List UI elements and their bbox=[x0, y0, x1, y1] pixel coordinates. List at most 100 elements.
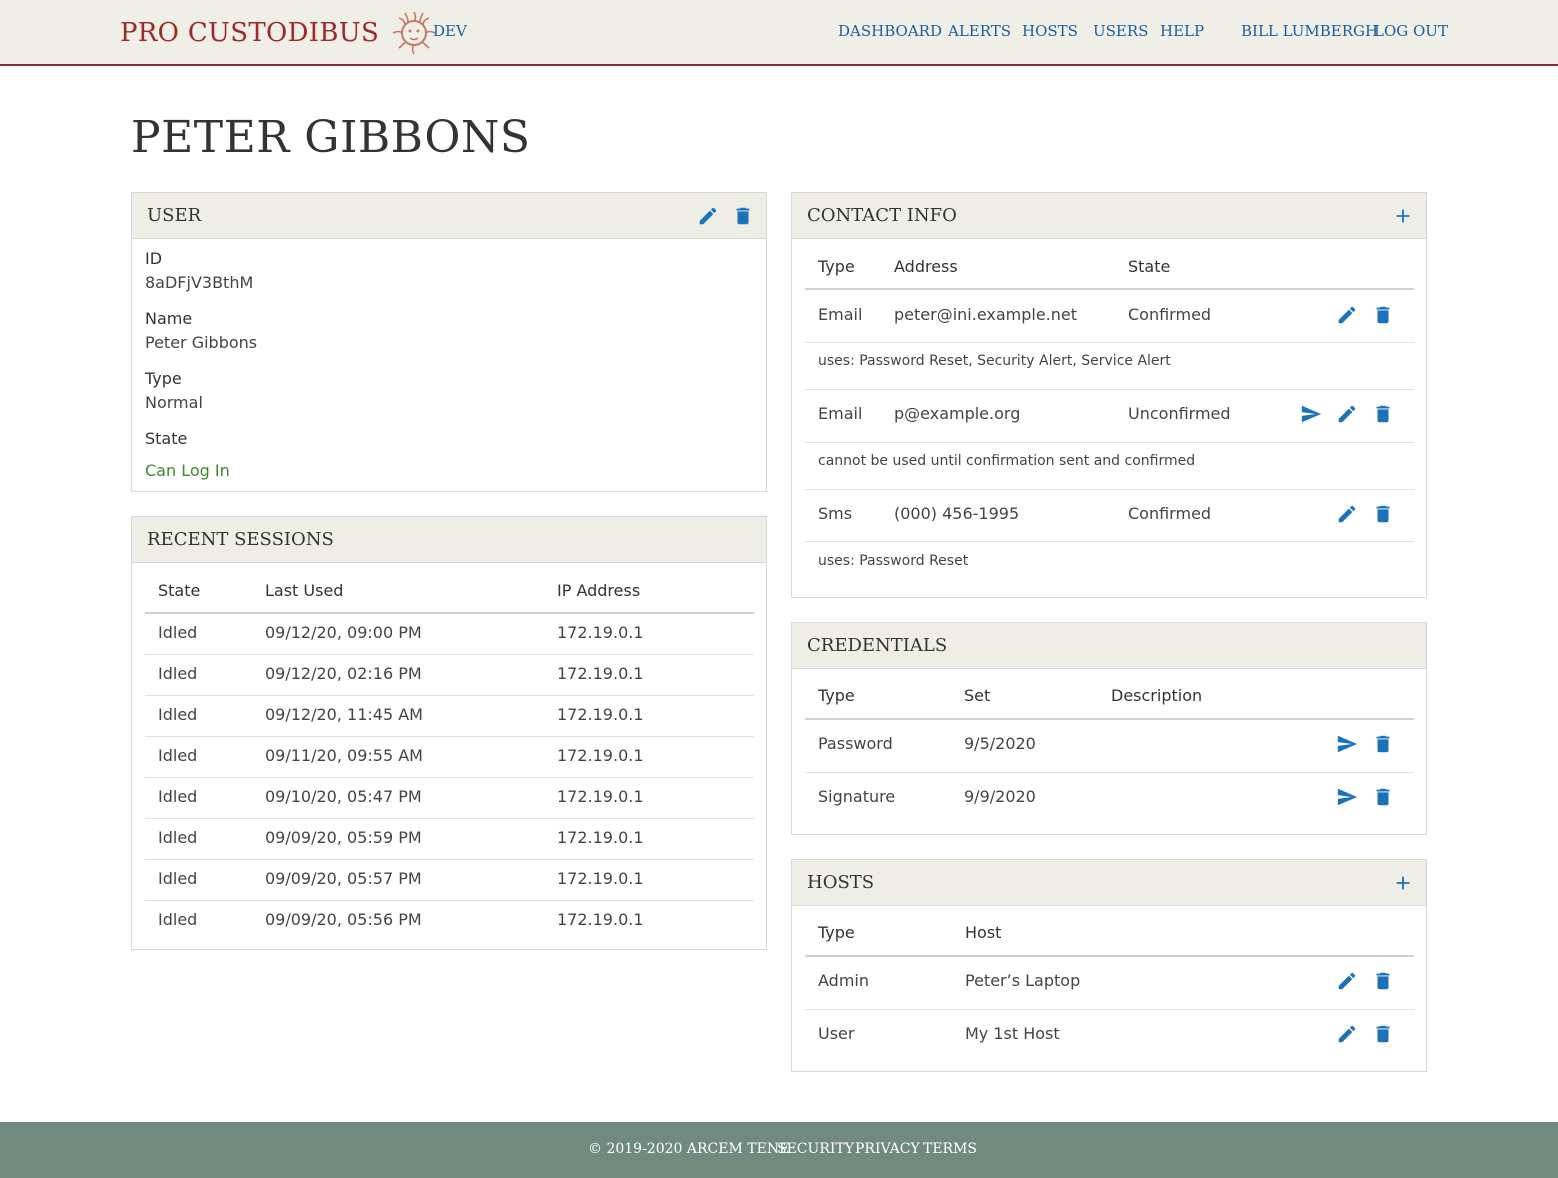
credentials-col-set: Set bbox=[964, 686, 991, 705]
nav-users[interactable]: USERS bbox=[1093, 22, 1148, 40]
session-last-used: 09/12/20, 02:16 PM bbox=[265, 664, 422, 683]
hosts-header-divider bbox=[805, 955, 1414, 957]
session-state: Idled bbox=[158, 869, 198, 888]
edit-contact-pencil-icon[interactable] bbox=[1336, 503, 1358, 525]
row-divider bbox=[805, 389, 1414, 390]
contact-state-badge: Confirmed bbox=[1128, 305, 1212, 324]
contact-type: Sms bbox=[818, 504, 853, 523]
credential-type: Signature bbox=[818, 787, 896, 806]
delete-host-trash-icon[interactable] bbox=[1372, 970, 1394, 992]
session-state: Idled bbox=[158, 623, 198, 642]
send-confirmation-send-icon[interactable] bbox=[1300, 403, 1322, 425]
field-label-state: State bbox=[145, 429, 188, 448]
session-ip: 172.19.0.1 bbox=[557, 664, 644, 683]
contact-header-divider bbox=[805, 288, 1414, 290]
session-state: Idled bbox=[158, 705, 198, 724]
footer-copyright: © 2019-2020 ARCEM TENE bbox=[588, 1141, 790, 1157]
edit-host-pencil-icon[interactable] bbox=[1336, 970, 1358, 992]
session-state: Idled bbox=[158, 787, 198, 806]
session-last-used: 09/10/20, 05:47 PM bbox=[265, 787, 422, 806]
session-last-used: 09/09/20, 05:57 PM bbox=[265, 869, 422, 888]
credentials-panel: CREDENTIALS Type Set Description Passwor… bbox=[791, 622, 1427, 835]
nav-dashboard[interactable]: DASHBOARD bbox=[838, 22, 942, 40]
nav-current-user[interactable]: BILL LUMBERGH bbox=[1241, 22, 1378, 40]
session-state: Idled bbox=[158, 664, 198, 683]
field-label-type: Type bbox=[145, 369, 182, 388]
footer-link-security[interactable]: SECURITY bbox=[777, 1141, 854, 1157]
footer-link-privacy[interactable]: PRIVACY bbox=[855, 1141, 920, 1157]
hosts-panel-header: HOSTS bbox=[792, 860, 1426, 906]
session-last-used: 09/09/20, 05:59 PM bbox=[265, 828, 422, 847]
delete-host-trash-icon[interactable] bbox=[1372, 1023, 1394, 1045]
sessions-col-state[interactable]: State bbox=[158, 581, 200, 600]
session-ip: 172.19.0.1 bbox=[557, 869, 644, 888]
delete-contact-trash-icon[interactable] bbox=[1372, 304, 1394, 326]
credential-set-date: 9/9/2020 bbox=[964, 787, 1036, 806]
field-value-type: Normal bbox=[145, 393, 203, 412]
nav-alerts[interactable]: ALERTS bbox=[948, 22, 1011, 40]
field-label-name: Name bbox=[145, 309, 193, 328]
credentials-panel-header: CREDENTIALS bbox=[792, 623, 1426, 669]
sessions-col-ip[interactable]: IP Address bbox=[557, 581, 640, 600]
session-ip: 172.19.0.1 bbox=[557, 787, 644, 806]
send-credential-send-icon[interactable] bbox=[1336, 786, 1358, 808]
nav-logout[interactable]: LOG OUT bbox=[1374, 22, 1448, 40]
contact-note: uses: Password Reset bbox=[818, 553, 969, 569]
delete-credential-trash-icon[interactable] bbox=[1372, 786, 1394, 808]
edit-contact-pencil-icon[interactable] bbox=[1336, 304, 1358, 326]
session-ip: 172.19.0.1 bbox=[557, 705, 644, 724]
session-ip: 172.19.0.1 bbox=[557, 623, 644, 642]
footer-link-terms[interactable]: TERMS bbox=[923, 1141, 977, 1157]
nav-hosts[interactable]: HOSTS bbox=[1022, 22, 1078, 40]
contact-col-type: Type bbox=[818, 257, 855, 276]
brand-name: PRO CUSTODIBUS bbox=[120, 18, 380, 48]
row-divider bbox=[805, 541, 1414, 542]
contact-panel-title: CONTACT INFO bbox=[807, 205, 957, 226]
session-state: Idled bbox=[158, 746, 198, 765]
environment-label: DEV bbox=[433, 22, 467, 40]
delete-user-trash-icon[interactable] bbox=[732, 205, 754, 227]
contact-address: peter@ini.example.net bbox=[894, 305, 1078, 324]
row-divider bbox=[145, 695, 754, 696]
sessions-header-divider bbox=[145, 612, 754, 614]
top-nav-bar: PRO CUSTODIBUS DEV DASHBOARD ALERTS HOST… bbox=[0, 0, 1558, 66]
brand[interactable]: PRO CUSTODIBUS bbox=[120, 10, 437, 56]
session-ip: 172.19.0.1 bbox=[557, 746, 644, 765]
contact-note: cannot be used until confirmation sent a… bbox=[818, 453, 1196, 469]
send-credential-send-icon[interactable] bbox=[1336, 733, 1358, 755]
add-host-plus-icon[interactable] bbox=[1392, 872, 1414, 894]
row-divider bbox=[145, 736, 754, 737]
page-title: PETER GIBBONS bbox=[131, 112, 531, 163]
row-divider bbox=[805, 489, 1414, 490]
contact-col-address: Address bbox=[894, 257, 958, 276]
host-type: Admin bbox=[818, 971, 869, 990]
delete-credential-trash-icon[interactable] bbox=[1372, 733, 1394, 755]
delete-contact-trash-icon[interactable] bbox=[1372, 403, 1394, 425]
nav-help[interactable]: HELP bbox=[1160, 22, 1204, 40]
user-panel: USER ID 8aDFjV3BthM Name Peter Gibbons T… bbox=[131, 192, 767, 492]
host-type: User bbox=[818, 1024, 855, 1043]
contact-panel-header: CONTACT INFO bbox=[792, 193, 1426, 239]
contact-note: uses: Password Reset, Security Alert, Se… bbox=[818, 353, 1171, 369]
edit-user-pencil-icon[interactable] bbox=[697, 205, 719, 227]
host-link[interactable]: My 1st Host bbox=[965, 1024, 1060, 1043]
hosts-panel: HOSTS Type Host Admin Peter’s Laptop Use… bbox=[791, 859, 1427, 1072]
edit-contact-pencil-icon[interactable] bbox=[1336, 403, 1358, 425]
credentials-col-description: Description bbox=[1111, 686, 1203, 705]
row-divider bbox=[145, 859, 754, 860]
contact-address: p@example.org bbox=[894, 404, 1021, 423]
sessions-col-last-used[interactable]: Last Used bbox=[265, 581, 343, 600]
host-link[interactable]: Peter’s Laptop bbox=[965, 971, 1080, 990]
delete-contact-trash-icon[interactable] bbox=[1372, 503, 1394, 525]
user-panel-title: USER bbox=[147, 205, 202, 226]
recent-sessions-panel: RECENT SESSIONS State Last Used IP Addre… bbox=[131, 516, 767, 950]
session-last-used: 09/12/20, 11:45 AM bbox=[265, 705, 423, 724]
add-contact-plus-icon[interactable] bbox=[1392, 205, 1414, 227]
row-divider bbox=[805, 1009, 1414, 1010]
credentials-panel-title: CREDENTIALS bbox=[807, 635, 948, 656]
edit-host-pencil-icon[interactable] bbox=[1336, 1023, 1358, 1045]
contact-address: (000) 456-1995 bbox=[894, 504, 1020, 523]
credentials-header-divider bbox=[805, 718, 1414, 720]
field-label-id: ID bbox=[145, 249, 163, 268]
sessions-panel-title: RECENT SESSIONS bbox=[147, 529, 334, 550]
